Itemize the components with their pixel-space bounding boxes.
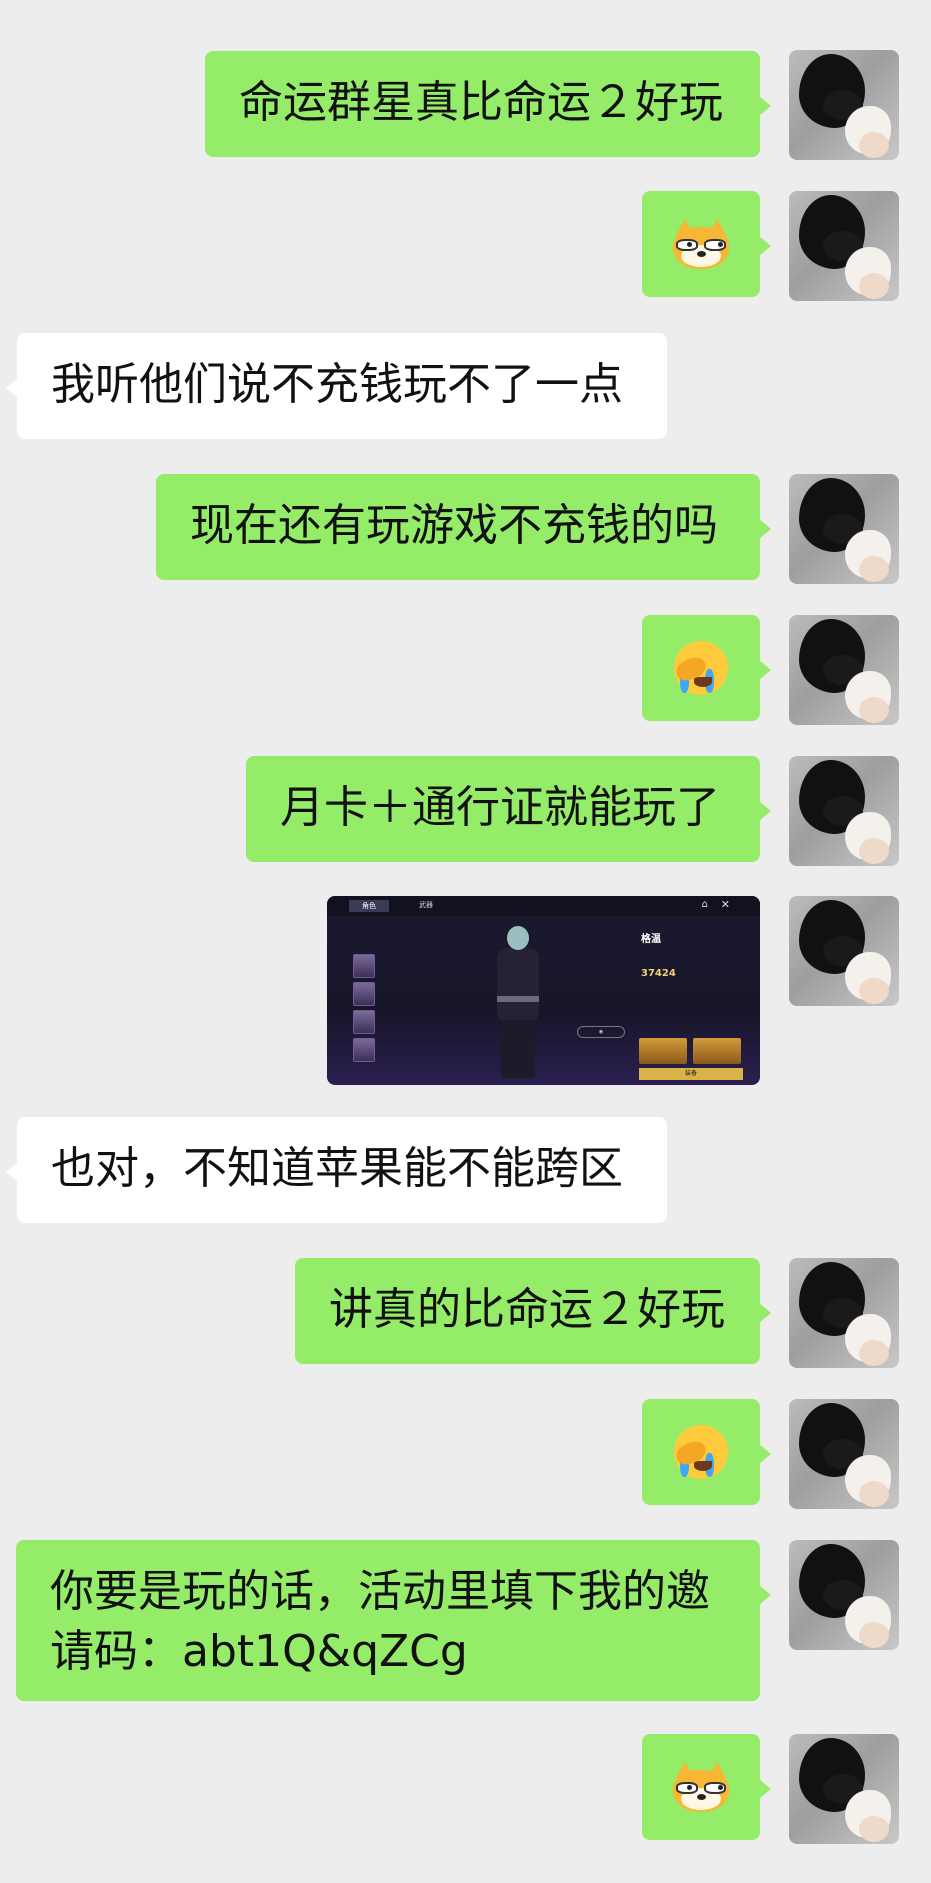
game-tab-character: 角色 — [349, 900, 389, 912]
message-text: 我听他们说不充钱玩不了一点 — [51, 359, 623, 410]
facepalm-cry-emoji-icon — [673, 1425, 728, 1479]
message-text: 月卡＋通行证就能玩了 — [280, 782, 720, 833]
eye-icon: ◉ — [577, 1026, 625, 1038]
message-bubble-sent[interactable]: 你要是玩的话，活动里填下我的邀 请码：abt1Q&qZCg — [16, 1540, 771, 1701]
message-bubble-sent[interactable]: 月卡＋通行证就能玩了 — [246, 756, 771, 862]
message-bubble-sent[interactable]: 现在还有玩游戏不充钱的吗 — [156, 474, 771, 580]
avatar[interactable] — [789, 474, 899, 584]
doge-emoji-icon — [673, 219, 729, 269]
message-text: 命运群星真比命运２好玩 — [239, 77, 723, 128]
message-bubble-sent[interactable]: 命运群星真比命运２好玩 — [205, 51, 771, 157]
avatar[interactable] — [789, 1734, 899, 1844]
game-topbar — [327, 896, 760, 916]
facepalm-cry-emoji-icon — [673, 641, 728, 695]
game-character-figure — [487, 926, 547, 1081]
message-bubble-sent[interactable] — [642, 1734, 771, 1840]
message-text: 现在还有玩游戏不充钱的吗 — [190, 500, 718, 551]
home-icon: ⌂ — [701, 899, 708, 910]
character-name: 格温 — [641, 934, 661, 945]
game-tab-weapon: 武器 — [419, 901, 433, 909]
character-info-panel: 格温 37424 装备 — [635, 926, 755, 1081]
avatar[interactable] — [789, 756, 899, 866]
avatar[interactable] — [789, 1540, 899, 1650]
message-bubble-sent[interactable]: 讲真的比命运２好玩 — [295, 1258, 771, 1364]
avatar[interactable] — [789, 615, 899, 725]
message-bubble-received[interactable]: 也对，不知道苹果能不能跨区 — [6, 1117, 667, 1223]
game-screenshot-image[interactable]: 角色 武器 ⌂ ✕ ◉ 格温 37424 装备 — [327, 896, 760, 1085]
weapon-slot — [639, 1038, 687, 1064]
message-bubble-sent[interactable] — [642, 191, 771, 297]
message-bubble-sent[interactable] — [642, 1399, 771, 1505]
equip-button: 装备 — [639, 1068, 743, 1080]
message-text: 你要是玩的话，活动里填下我的邀 请码：abt1Q&qZCg — [50, 1566, 710, 1677]
message-text: 也对，不知道苹果能不能跨区 — [51, 1143, 623, 1194]
avatar[interactable] — [789, 1399, 899, 1509]
avatar[interactable] — [789, 50, 899, 160]
hero-list — [347, 926, 429, 1076]
character-power: 37424 — [641, 968, 676, 979]
avatar[interactable] — [789, 1258, 899, 1368]
close-icon: ✕ — [720, 898, 730, 911]
avatar[interactable] — [789, 191, 899, 301]
message-bubble-received[interactable]: 我听他们说不充钱玩不了一点 — [6, 333, 667, 439]
avatar[interactable] — [789, 896, 899, 1006]
weapon-slot — [693, 1038, 741, 1064]
message-text: 讲真的比命运２好玩 — [329, 1284, 725, 1335]
message-bubble-sent[interactable] — [642, 615, 771, 721]
doge-emoji-icon — [673, 1762, 729, 1812]
